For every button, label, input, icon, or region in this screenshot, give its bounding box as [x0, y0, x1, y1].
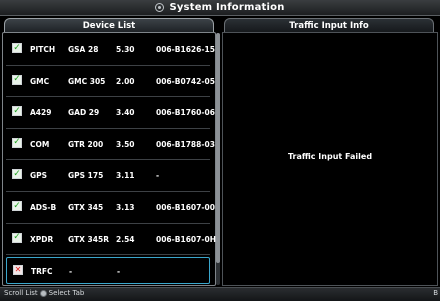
device-version: -	[117, 267, 121, 277]
device-row[interactable]: ✓ A429 GAD 29 3.40 006-B1760-06	[6, 99, 215, 126]
check-icon: ✓	[12, 137, 22, 148]
device-row[interactable]: ✓ GPS GPS 175 3.11 -	[6, 162, 210, 189]
check-icon: ✓	[12, 42, 22, 53]
select-tab-hint: Select Tab	[48, 289, 85, 297]
scrollbar-thumb[interactable]	[216, 33, 220, 263]
device-name: GPS	[30, 171, 48, 181]
device-version: 3.11	[116, 171, 135, 181]
device-name: PITCH	[30, 45, 56, 54]
tab-traffic-input-info[interactable]: Traffic Input Info	[224, 18, 434, 32]
device-row[interactable]: ✓ GMC GMC 305 2.00 006-B0742-05	[6, 68, 215, 95]
device-part-number: -	[156, 171, 160, 181]
tab-device-list[interactable]: Device List	[4, 18, 214, 32]
check-icon: ✓	[12, 200, 22, 211]
footer-hint: Scroll List Select Tab	[4, 289, 84, 297]
tab-traffic-input-info-label: Traffic Input Info	[289, 20, 369, 31]
device-name: TRFC	[31, 267, 53, 277]
device-name: COM	[30, 139, 50, 149]
device-version: 3.50	[116, 139, 135, 149]
device-part-number: 006-B1760-06	[156, 108, 215, 118]
device-name: XPDR	[30, 234, 54, 244]
row-divider	[6, 190, 210, 192]
device-part-number: 006-B1788-03	[156, 139, 215, 149]
tab-device-list-label: Device List	[82, 20, 136, 31]
device-list-scrollbar[interactable]	[216, 33, 220, 285]
scroll-list-hint: Scroll List	[4, 289, 38, 297]
window-title: System Information	[0, 0, 440, 15]
device-part-number: 006-B1607-00	[156, 203, 215, 212]
window-title-text: System Information	[169, 2, 285, 13]
device-version: 3.13	[116, 203, 135, 212]
device-row[interactable]: ✓ PITCH GSA 28 5.30 006-B1626-15	[6, 36, 215, 63]
device-model: -	[69, 267, 73, 277]
device-model: GTR 200	[68, 139, 104, 149]
device-part-number: 006-B1607-0H	[156, 234, 216, 244]
device-row[interactable]: ✓ XPDR GTX 345R 2.54 006-B1607-0H	[6, 226, 216, 253]
row-divider	[6, 127, 210, 129]
row-divider	[6, 222, 210, 224]
device-part-number: 006-B1626-15	[156, 45, 215, 54]
device-row[interactable]: ✓ COM GTR 200 3.50 006-B1788-03	[6, 131, 215, 158]
check-icon: ✓	[12, 232, 22, 243]
check-icon: ✓	[12, 105, 22, 117]
row-divider	[6, 159, 210, 161]
device-name: ADS-B	[30, 203, 57, 212]
device-row[interactable]: ✕ TRFC - -	[6, 257, 210, 285]
device-model: GPS 175	[68, 171, 104, 181]
row-divider	[6, 64, 210, 66]
row-divider	[6, 254, 210, 256]
fail-x-icon: ✕	[13, 265, 23, 276]
device-version: 2.00	[116, 76, 135, 86]
device-model: GTX 345R	[68, 234, 109, 244]
device-model: GTX 345	[68, 203, 104, 212]
check-icon: ✓	[12, 74, 22, 85]
device-version: 2.54	[116, 234, 135, 244]
footer-right-text: B	[433, 289, 438, 297]
device-version: 5.30	[116, 45, 135, 54]
device-model: GAD 29	[68, 108, 100, 118]
device-name: GMC	[30, 76, 50, 86]
knob-icon	[39, 289, 47, 297]
device-row[interactable]: ✓ ADS-B GTX 345 3.13 006-B1607-00	[6, 194, 215, 221]
check-icon: ✓	[12, 168, 22, 180]
device-part-number: 006-B0742-05	[156, 76, 215, 86]
device-version: 3.40	[116, 108, 135, 118]
device-model: GSA 28	[68, 45, 99, 54]
softkey-bar: Scroll List Select Tab B	[0, 287, 440, 301]
gear-icon	[155, 3, 165, 12]
traffic-status-message: Traffic Input Failed	[287, 152, 373, 161]
device-model: GMC 305	[68, 76, 106, 86]
device-name: A429	[30, 108, 52, 118]
row-divider	[6, 96, 210, 98]
